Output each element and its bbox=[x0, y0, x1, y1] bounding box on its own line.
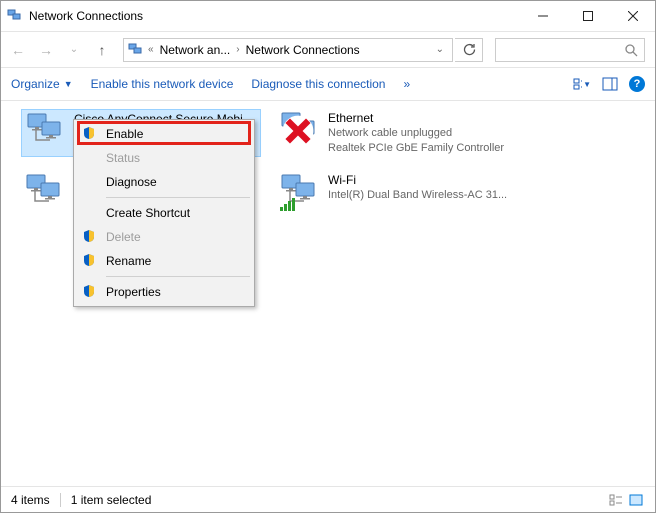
adapter-item-ethernet[interactable]: Ethernet Network cable unplugged Realtek… bbox=[276, 109, 516, 157]
status-bar: 4 items 1 item selected bbox=[1, 486, 655, 512]
address-icon bbox=[128, 42, 144, 58]
close-button[interactable] bbox=[610, 1, 655, 31]
ctx-enable[interactable]: Enable bbox=[76, 122, 252, 146]
separator bbox=[106, 197, 250, 198]
item-count: 4 items bbox=[11, 493, 50, 507]
chevron-down-icon: ▼ bbox=[64, 79, 73, 89]
separator bbox=[106, 276, 250, 277]
network-adapter-icon bbox=[25, 173, 65, 209]
shield-icon bbox=[82, 253, 98, 269]
adapter-device: Realtek PCIe GbE Family Controller bbox=[328, 141, 504, 155]
unplugged-icon bbox=[278, 113, 318, 149]
organize-menu[interactable]: Organize▼ bbox=[11, 77, 73, 91]
address-dropdown-icon[interactable]: ⌄ bbox=[430, 44, 450, 55]
ctx-rename[interactable]: Rename bbox=[76, 249, 252, 273]
ctx-status: Status bbox=[76, 146, 252, 170]
ctx-properties[interactable]: Properties bbox=[76, 280, 252, 304]
breadcrumb-seg1[interactable]: Network an... bbox=[156, 43, 235, 57]
up-button[interactable]: ↑ bbox=[89, 37, 115, 63]
window-title: Network Connections bbox=[29, 9, 520, 23]
content-area: Cisco AnyConnect Secure Mobility Etherne… bbox=[1, 101, 655, 486]
selection-count: 1 item selected bbox=[71, 493, 152, 507]
details-view-button[interactable] bbox=[607, 493, 625, 507]
minimize-button[interactable] bbox=[520, 1, 565, 31]
network-adapter-icon bbox=[26, 112, 66, 148]
recent-dropdown[interactable]: ⌄ bbox=[61, 37, 87, 63]
context-menu: Enable Status Diagnose Create Shortcut D… bbox=[73, 119, 255, 307]
adapter-status: Network cable unplugged bbox=[328, 126, 504, 141]
network-adapter-icon bbox=[280, 111, 320, 147]
refresh-button[interactable] bbox=[455, 38, 483, 62]
search-input[interactable] bbox=[495, 38, 645, 62]
breadcrumb-sep-icon: « bbox=[146, 44, 156, 55]
wifi-signal-icon bbox=[280, 198, 295, 211]
back-button[interactable]: ← bbox=[5, 37, 31, 63]
network-adapter-icon bbox=[280, 173, 320, 209]
shield-icon bbox=[82, 284, 98, 300]
help-icon[interactable]: ? bbox=[629, 76, 645, 92]
forward-button[interactable]: → bbox=[33, 37, 59, 63]
ctx-create-shortcut[interactable]: Create Shortcut bbox=[76, 201, 252, 225]
large-icons-view-button[interactable] bbox=[627, 493, 645, 507]
ctx-diagnose[interactable]: Diagnose bbox=[76, 170, 252, 194]
nav-bar: ← → ⌄ ↑ « Network an... › Network Connec… bbox=[1, 31, 655, 67]
adapter-device: Intel(R) Dual Band Wireless-AC 31... bbox=[328, 188, 507, 203]
enable-device-button[interactable]: Enable this network device bbox=[91, 77, 234, 91]
maximize-button[interactable] bbox=[565, 1, 610, 31]
title-bar: Network Connections bbox=[1, 1, 655, 31]
adapter-name: Ethernet bbox=[328, 111, 504, 126]
adapter-name: Wi-Fi bbox=[328, 173, 507, 188]
command-bar: Organize▼ Enable this network device Dia… bbox=[1, 67, 655, 101]
address-bar[interactable]: « Network an... › Network Connections ⌄ bbox=[123, 38, 453, 62]
breadcrumb-seg2[interactable]: Network Connections bbox=[242, 43, 364, 57]
more-commands[interactable]: » bbox=[403, 77, 410, 91]
app-icon bbox=[7, 8, 23, 24]
diagnose-button[interactable]: Diagnose this connection bbox=[251, 77, 385, 91]
shield-icon bbox=[82, 229, 98, 245]
adapter-item-wifi[interactable]: Wi-Fi Intel(R) Dual Band Wireless-AC 31.… bbox=[276, 171, 516, 219]
ctx-delete: Delete bbox=[76, 225, 252, 249]
shield-icon bbox=[82, 126, 98, 142]
view-options-button[interactable]: ▼ bbox=[573, 75, 591, 93]
preview-pane-button[interactable] bbox=[601, 75, 619, 93]
chevron-right-icon[interactable]: › bbox=[234, 44, 241, 55]
separator bbox=[60, 493, 61, 507]
